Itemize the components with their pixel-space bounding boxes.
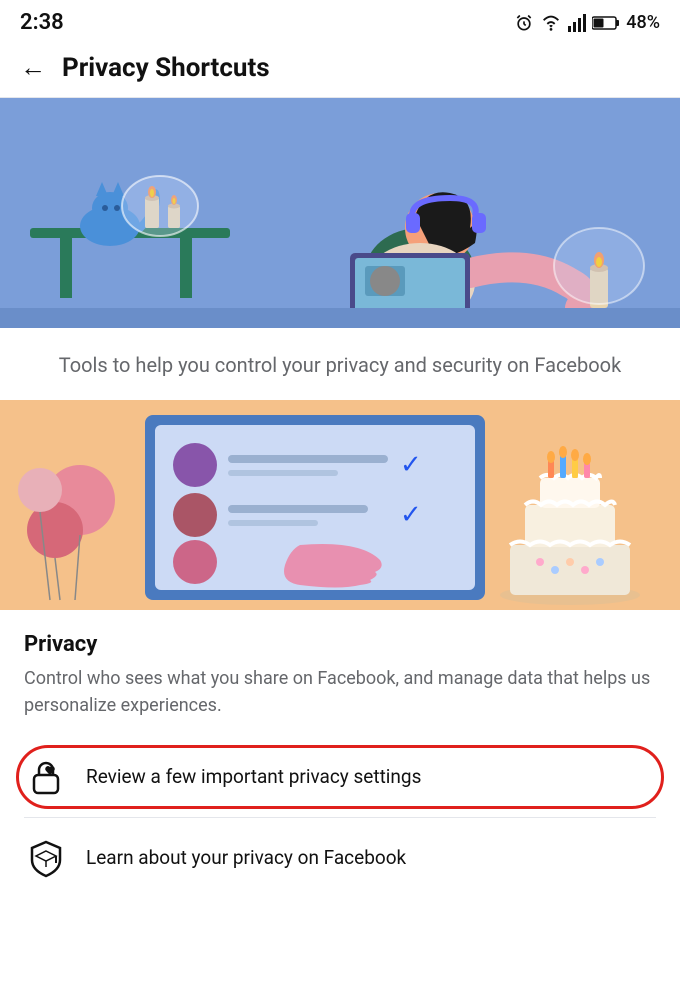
subtitle-text: Tools to help you control your privacy a…	[40, 350, 640, 380]
review-privacy-label: Review a few important privacy settings	[86, 765, 421, 790]
page-title: Privacy Shortcuts	[62, 53, 270, 83]
privacy-section-description: Control who sees what you share on Faceb…	[24, 665, 656, 719]
signal-icon	[568, 14, 586, 32]
review-privacy-item[interactable]: Review a few important privacy settings	[0, 737, 680, 817]
privacy-section-title: Privacy	[24, 632, 656, 657]
alarm-icon	[514, 13, 534, 33]
menu-items: Review a few important privacy settings …	[0, 727, 680, 908]
svg-text:✓: ✓	[400, 500, 422, 530]
status-bar: 2:38 48%	[0, 0, 680, 43]
back-button[interactable]: ←	[20, 55, 46, 81]
battery-icon	[592, 15, 620, 31]
graduation-shield-icon	[24, 836, 68, 880]
status-icons: 48%	[514, 12, 660, 33]
status-time: 2:38	[20, 10, 64, 35]
privacy-section: Privacy Control who sees what you share …	[0, 610, 680, 727]
lock-heart-icon	[24, 755, 68, 799]
learn-privacy-label: Learn about your privacy on Facebook	[86, 846, 406, 871]
header: ← Privacy Shortcuts	[0, 43, 680, 98]
battery-percent: 48%	[626, 12, 660, 33]
subtitle-section: Tools to help you control your privacy a…	[0, 328, 680, 400]
wifi-icon	[540, 14, 562, 32]
hero-illustration	[0, 98, 680, 328]
privacy-illustration: ✓ ✓	[0, 400, 680, 610]
learn-privacy-item[interactable]: Learn about your privacy on Facebook	[0, 818, 680, 898]
svg-text:✓: ✓	[400, 450, 422, 480]
